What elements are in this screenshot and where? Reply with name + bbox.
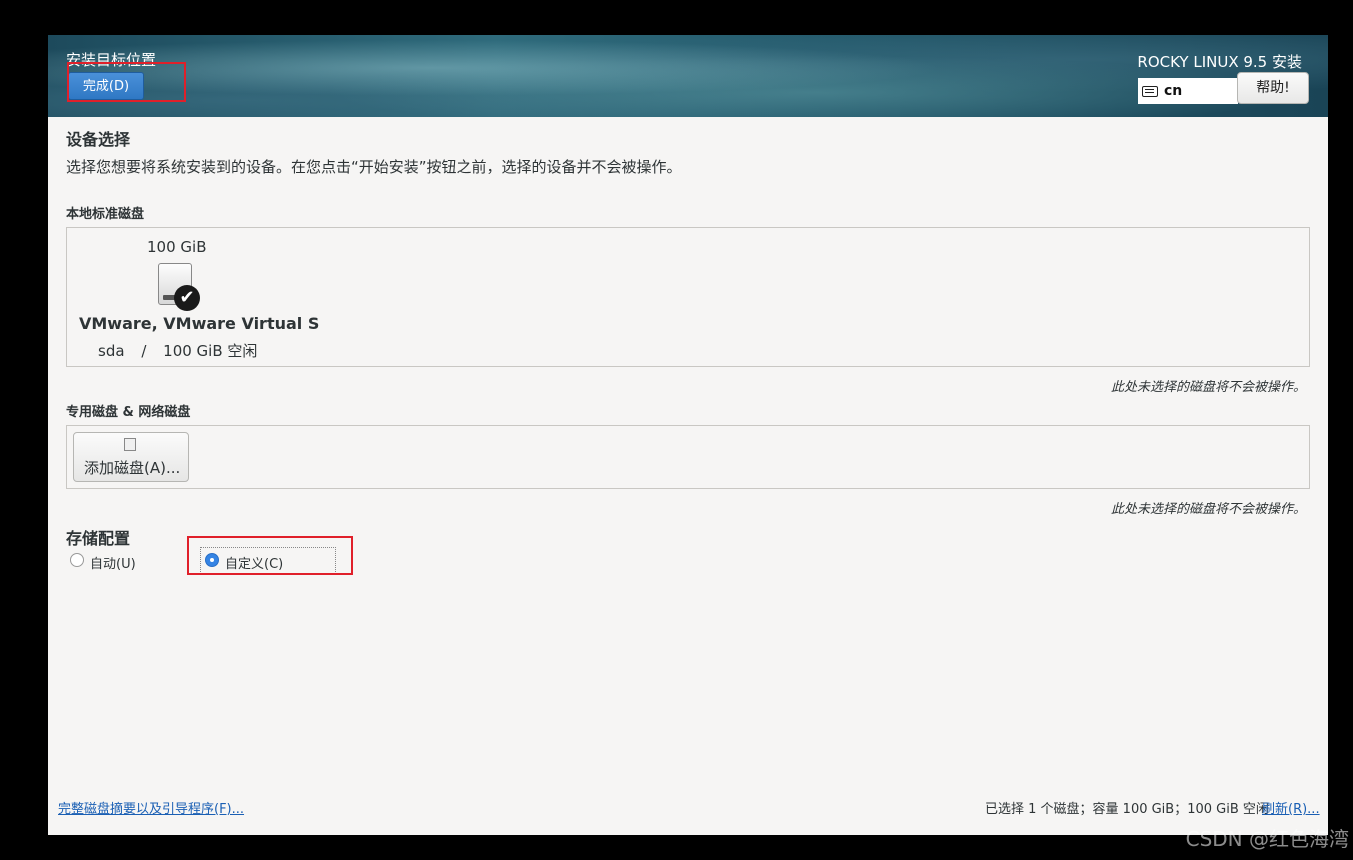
disk-free: 100 GiB 空闲 (163, 342, 258, 360)
disk-info: sda / 100 GiB 空闲 (98, 340, 257, 361)
keyboard-layout-label: cn (1164, 83, 1183, 99)
full-disk-summary-link[interactable]: 完整磁盘摘要以及引导程序(F)... (58, 798, 244, 817)
device-selection-heading: 设备选择 (66, 130, 131, 149)
disk-name: VMware, VMware Virtual S (79, 314, 320, 333)
special-disks-note: 此处未选择的磁盘将不会被操作。 (1110, 502, 1306, 517)
selection-status: 已选择 1 个磁盘；容量 100 GiB；100 GiB 空闲 (985, 802, 1269, 817)
add-disk-button[interactable]: 添加磁盘(A)... (73, 432, 189, 482)
checkmark-icon: ✔ (174, 285, 200, 311)
local-disks-label: 本地标准磁盘 (66, 207, 145, 222)
installer-window: 安装目标位置 完成(D) ROCKY LINUX 9.5 安装 cn 帮助! 设… (48, 35, 1328, 835)
page-title: 安装目标位置 (66, 51, 157, 69)
radio-custom-label[interactable]: 自定义(C) (225, 553, 283, 572)
radio-custom[interactable] (205, 553, 219, 567)
keyboard-layout-indicator[interactable]: cn (1138, 78, 1238, 104)
watermark: CSDN @红色海湾 (1185, 827, 1349, 851)
disk-icon (124, 438, 136, 451)
storage-config-heading: 存储配置 (66, 529, 131, 548)
keyboard-icon (1142, 85, 1158, 97)
special-disks-label: 专用磁盘 & 网络磁盘 (66, 405, 191, 420)
help-button[interactable]: 帮助! (1237, 72, 1309, 104)
local-disks-note: 此处未选择的磁盘将不会被操作。 (1110, 380, 1306, 395)
disk-separator: / (141, 342, 147, 360)
disk-device: sda (98, 342, 125, 360)
radio-automatic[interactable] (70, 553, 84, 567)
device-selection-description: 选择您想要将系统安装到的设备。在您点击“开始安装”按钮之前，选择的设备并不会被操… (66, 158, 682, 176)
disk-size: 100 GiB (147, 238, 207, 256)
header-bar: 安装目标位置 完成(D) ROCKY LINUX 9.5 安装 cn 帮助! (48, 35, 1328, 117)
refresh-link[interactable]: 刷新(R)... (1262, 798, 1320, 817)
add-disk-label: 添加磁盘(A)... (84, 459, 181, 477)
special-disks-panel (66, 425, 1310, 489)
done-button[interactable]: 完成(D) (68, 72, 144, 100)
product-title: ROCKY LINUX 9.5 安装 (1137, 53, 1302, 71)
radio-automatic-label[interactable]: 自动(U) (90, 553, 136, 572)
